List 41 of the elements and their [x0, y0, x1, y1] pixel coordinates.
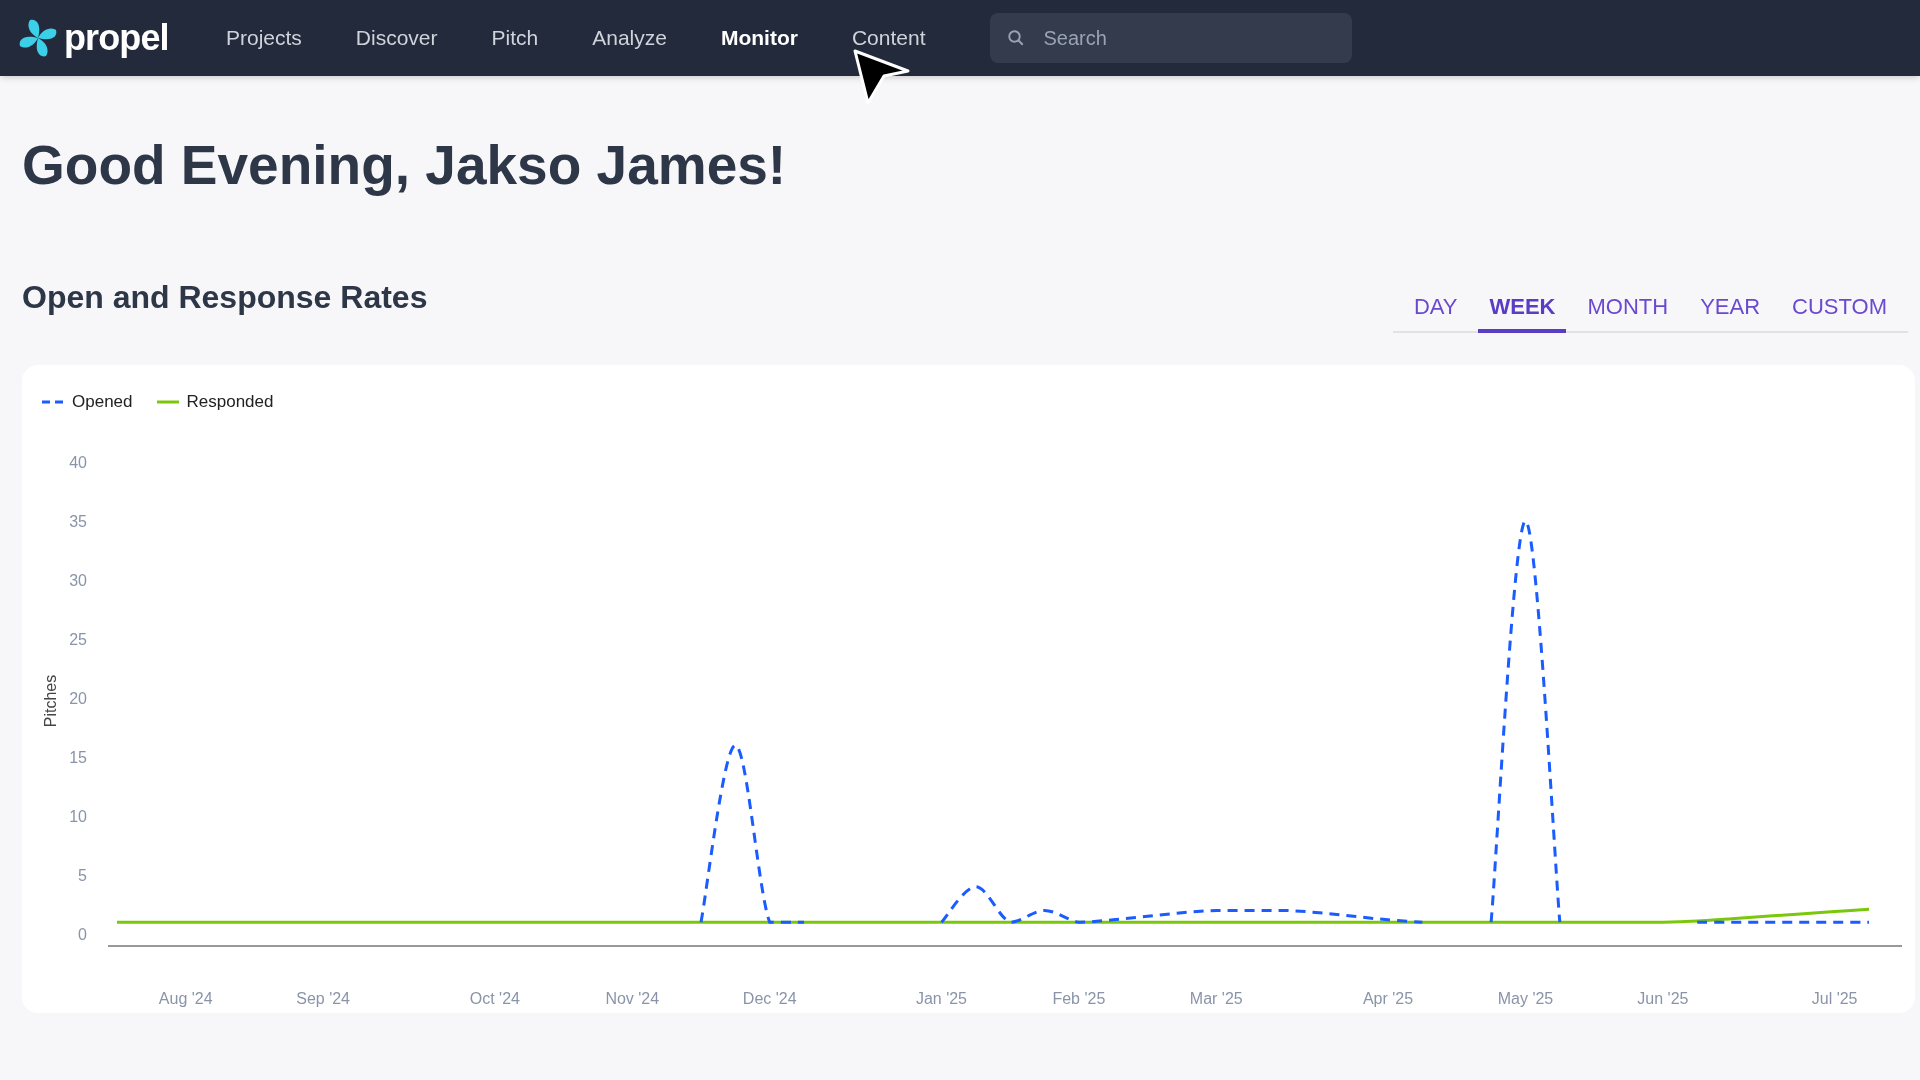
x-tick-label: Sep '24 — [296, 988, 350, 1009]
y-tick-label: 20 — [69, 689, 87, 707]
nav-link[interactable]: Pitch — [487, 22, 543, 54]
y-tick-label: 0 — [78, 925, 87, 943]
y-tick-label: 35 — [69, 512, 87, 530]
legend-label: Opened — [72, 391, 133, 413]
x-tick-label: Apr '25 — [1362, 988, 1414, 1009]
x-tick-label: Nov '24 — [605, 988, 660, 1009]
nav-link[interactable]: Content — [847, 22, 930, 54]
nav-link[interactable]: Discover — [351, 22, 442, 54]
x-tick-label: Jul '25 — [1811, 988, 1858, 1009]
y-tick-label: 25 — [69, 630, 87, 648]
y-tick-label: 30 — [69, 571, 87, 589]
nav-link[interactable]: Analyze — [588, 22, 671, 54]
y-tick-label: 40 — [69, 453, 87, 471]
logo-wordmark[interactable]: propel — [64, 20, 169, 56]
y-axis-label: Pitches — [42, 674, 59, 727]
section-title: Open and Response Rates — [22, 278, 428, 317]
y-tick-label: 5 — [78, 866, 87, 884]
x-tick-label: Jun '25 — [1637, 988, 1689, 1009]
time-range-tab[interactable]: DAY — [1402, 290, 1469, 333]
legend-label: Responded — [186, 391, 274, 413]
x-tick-label: Feb '25 — [1052, 988, 1106, 1009]
legend-line-icon — [156, 399, 179, 404]
x-tick-label: Aug '24 — [158, 988, 213, 1009]
legend-line-icon — [42, 399, 64, 404]
x-tick-label: Oct '24 — [469, 988, 520, 1009]
x-tick-label: Dec '24 — [742, 988, 797, 1009]
time-range-tab[interactable]: WEEK — [1478, 290, 1567, 333]
search-icon — [1006, 29, 1025, 47]
time-range-tab[interactable]: YEAR — [1689, 290, 1772, 333]
nav-link[interactable]: Monitor — [716, 22, 802, 54]
x-tick-label: May '25 — [1497, 988, 1554, 1009]
search-field[interactable]: Search — [989, 13, 1352, 63]
x-tick-label: Mar '25 — [1189, 988, 1243, 1009]
nav-link[interactable]: Projects — [222, 22, 306, 54]
x-tick-label: Jan '25 — [915, 988, 967, 1009]
time-range-tab[interactable]: MONTH — [1576, 290, 1680, 333]
y-tick-label: 10 — [69, 807, 87, 825]
time-range-tab[interactable]: CUSTOM — [1781, 290, 1898, 333]
y-tick-label: 15 — [69, 748, 87, 766]
